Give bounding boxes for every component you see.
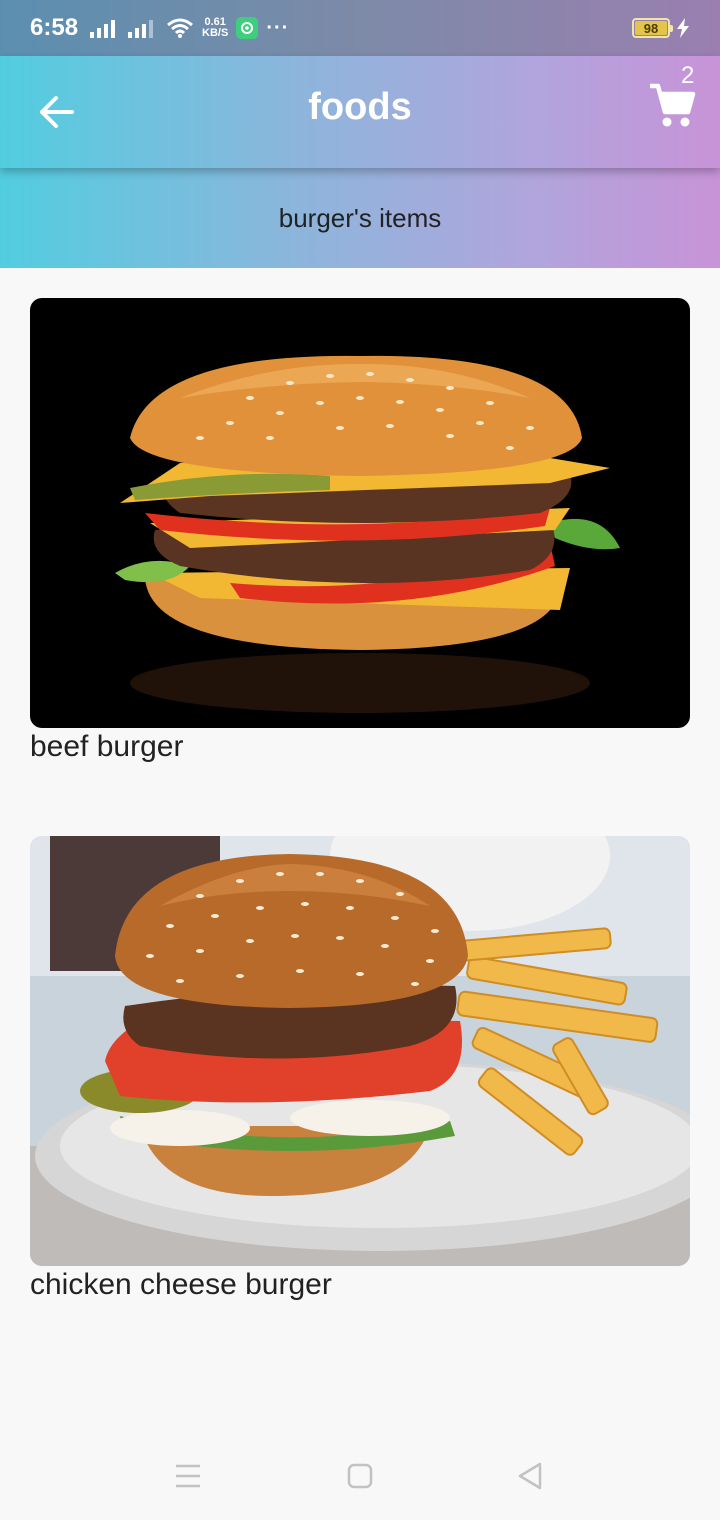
battery-level: 98	[635, 21, 667, 36]
burger-illustration	[30, 298, 690, 728]
net-speed: 0.61 KB/S	[202, 17, 228, 39]
home-button[interactable]	[340, 1456, 380, 1496]
menu-button[interactable]	[168, 1456, 208, 1496]
burger-with-fries-illustration	[30, 836, 690, 1266]
system-nav-bar	[0, 1430, 720, 1520]
app-bar: foods 2	[0, 56, 720, 168]
cart-count-badge: 2	[681, 62, 695, 89]
menu-icon	[176, 1464, 200, 1488]
category-title: burger's items	[278, 202, 442, 233]
wifi-icon	[167, 18, 194, 38]
battery-icon: 98	[632, 18, 673, 38]
signal-icon-2	[128, 20, 154, 38]
charging-icon	[677, 18, 689, 38]
home-square-icon	[347, 1463, 373, 1489]
status-time: 6:58	[30, 14, 79, 41]
food-card-beef-burger[interactable]: beef burger	[30, 298, 690, 764]
back-triangle-icon	[518, 1462, 542, 1490]
overflow-dots: ···	[266, 16, 290, 39]
food-image[interactable]	[30, 836, 690, 1266]
page-title: foods	[308, 86, 412, 128]
net-speed-unit: KB/S	[202, 27, 229, 39]
app-notification-icon	[236, 17, 259, 39]
status-bar: 6:58 0.61 KB/S ··· 98	[0, 0, 720, 56]
food-name: chicken cheese burger	[30, 1268, 332, 1301]
signal-icon	[90, 20, 116, 38]
food-card-chicken-cheese-burger[interactable]: chicken cheese burger	[30, 836, 690, 1302]
food-name: beef burger	[30, 730, 184, 763]
system-back-button[interactable]	[510, 1456, 550, 1496]
food-image[interactable]	[30, 298, 690, 728]
category-header: burger's items	[0, 168, 720, 268]
